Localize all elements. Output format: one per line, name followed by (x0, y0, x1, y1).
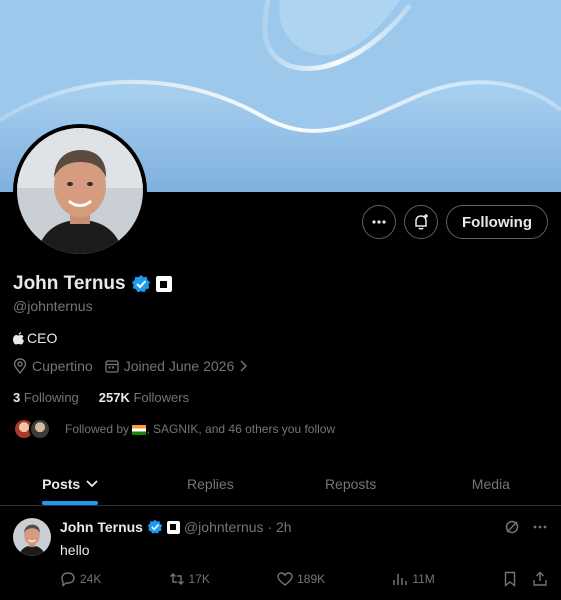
following-button[interactable]: Following (446, 205, 548, 239)
join-date-text: Joined June 2026 (123, 358, 235, 374)
more-icon (372, 220, 386, 224)
bell-plus-icon (415, 214, 429, 230)
tab-label: Posts (42, 475, 81, 492)
profile-name-row: John Ternus (13, 273, 172, 295)
views-button[interactable]: 11M (392, 571, 435, 587)
bookmark-icon[interactable] (502, 571, 518, 587)
tab-label: Media (471, 475, 510, 492)
tab-label: Replies (187, 475, 234, 492)
verified-badge-icon (147, 519, 163, 534)
tweet-author-name[interactable]: John Ternus (60, 519, 143, 535)
following-label: Following (23, 390, 79, 405)
india-flag-icon (132, 424, 147, 435)
followers-count-link[interactable]: 257K Followers (99, 390, 189, 405)
tweet-handle-time: @johnternus · 2h (183, 519, 292, 535)
views-count: 11M (412, 572, 435, 586)
analytics-icon (393, 574, 408, 585)
profile-handle: @johnternus (13, 298, 93, 314)
tweet-text: hello (60, 542, 90, 558)
affiliation-badge-icon[interactable] (155, 276, 172, 292)
tweet-extra-actions (502, 571, 548, 587)
heart-icon (277, 572, 293, 586)
active-tab-indicator (42, 501, 99, 505)
avatar-photo (13, 518, 51, 556)
profile-bio: CEO (13, 330, 57, 346)
location-text: Cupertino (32, 358, 93, 374)
reply-count: 24K (80, 572, 102, 586)
following-count: 3 (13, 390, 21, 405)
repost-icon (169, 573, 184, 585)
bio-text: CEO (27, 330, 58, 346)
tab-media[interactable]: Media (421, 462, 561, 505)
repost-button[interactable]: 17K (169, 571, 210, 587)
followed-by-suffix: , SAGNIK, and 46 others you follow (146, 422, 336, 436)
more-options-button[interactable] (362, 205, 397, 239)
following-count-link[interactable]: 3 Following (13, 390, 79, 405)
follow-counts: 3 Following 257K Followers (13, 390, 189, 405)
profile-avatar[interactable] (13, 124, 147, 258)
profile-actions: Following (362, 205, 548, 239)
grok-icon[interactable] (504, 519, 520, 535)
followers-count: 257K (98, 390, 130, 405)
tab-replies[interactable]: Replies (140, 462, 280, 505)
profile-name: John Ternus (13, 273, 126, 294)
affiliation-badge-icon (166, 520, 180, 534)
location: Cupertino (13, 358, 93, 374)
calendar-icon (105, 360, 119, 373)
tweet-avatar[interactable] (13, 518, 51, 556)
tweet[interactable]: John Ternus @johnternus · 2h hello 24K 1… (0, 507, 561, 600)
more-icon[interactable] (532, 519, 548, 535)
tweet-top-actions (504, 519, 548, 535)
like-button[interactable]: 189K (277, 571, 325, 587)
followed-by[interactable]: Followed by , SAGNIK, and 46 others you … (13, 418, 335, 440)
repost-count: 17K (188, 572, 210, 586)
tab-label: Reposts (324, 475, 377, 492)
verified-badge-icon[interactable] (131, 274, 151, 294)
location-pin-icon (13, 358, 27, 374)
tweet-header: John Ternus @johnternus · 2h (60, 519, 292, 535)
apple-logo-icon (13, 331, 24, 344)
follower-avatar (29, 418, 51, 440)
reply-button[interactable]: 24K (60, 571, 101, 587)
profile-tabs: Posts Replies Reposts Media (0, 462, 561, 506)
share-icon[interactable] (532, 571, 548, 587)
tab-posts[interactable]: Posts (0, 462, 140, 505)
like-count: 189K (297, 572, 326, 586)
chevron-right-icon (240, 360, 248, 372)
profile-meta: Cupertino Joined June 2026 (13, 358, 248, 374)
reply-icon (61, 572, 75, 587)
tab-reposts[interactable]: Reposts (281, 462, 421, 505)
followers-label: Followers (133, 390, 190, 405)
notifications-button[interactable] (404, 205, 439, 239)
join-date[interactable]: Joined June 2026 (105, 358, 248, 374)
chevron-down-icon (86, 479, 98, 487)
followed-by-prefix: Followed by (65, 422, 130, 436)
tweet-actions: 24K 17K 189K 11M (60, 571, 548, 587)
avatar-photo (17, 128, 143, 254)
